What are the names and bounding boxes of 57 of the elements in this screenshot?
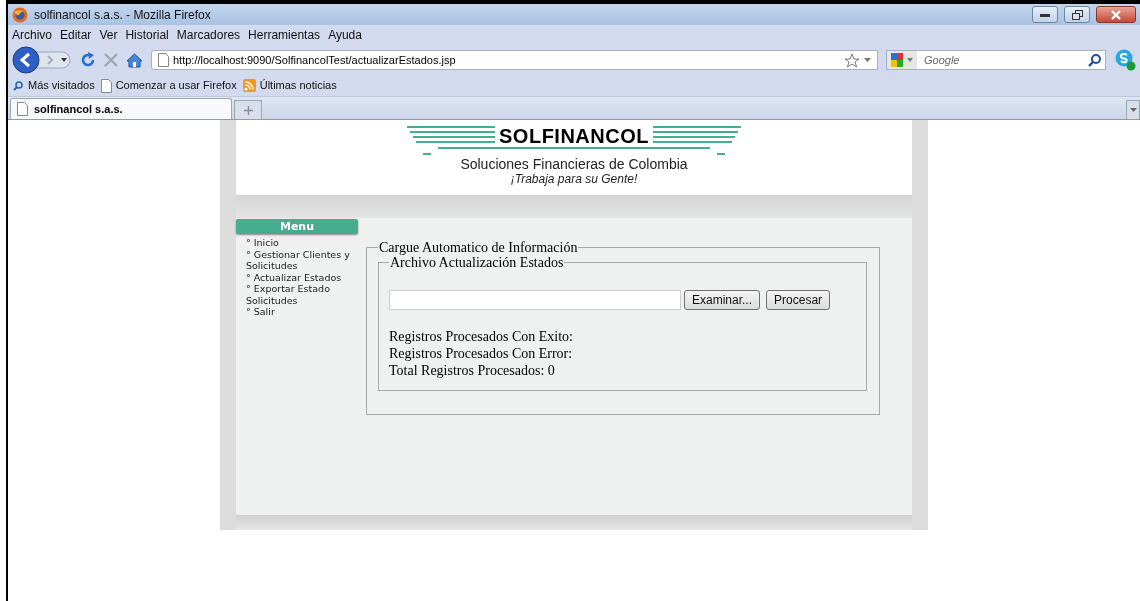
feed-icon <box>242 79 256 92</box>
result-text: Total Registros Procesados: 0 <box>389 362 556 379</box>
url-field[interactable]: http://localhost:9090/SolfinancolTest/actualizarEstados.jsp <box>173 51 840 69</box>
bookmark-link[interactable]: Últimas noticias <box>242 77 337 94</box>
panel-legend: Archivo Actualización Estados <box>389 255 565 270</box>
restore-button[interactable] <box>1064 6 1090 23</box>
home-icon[interactable] <box>126 52 143 68</box>
back-forward-button[interactable] <box>12 46 72 74</box>
menu-item[interactable]: Ayuda <box>328 26 362 44</box>
new-tab-button[interactable] <box>234 100 262 119</box>
panel-legend: Cargue Automatico de Información <box>378 240 579 255</box>
file-path-field[interactable] <box>389 290 681 310</box>
minimize-icon <box>1040 12 1050 17</box>
chat-app-icon[interactable] <box>1114 49 1136 71</box>
star-icon[interactable] <box>844 52 860 68</box>
search-icon <box>12 79 24 92</box>
page-icon <box>158 53 169 67</box>
result-text: Registros Procesados Con Error: <box>389 345 574 362</box>
menu-item[interactable]: Archivo <box>12 26 52 44</box>
menu-header: Menu <box>236 219 358 234</box>
search-field[interactable]: Google <box>886 50 1106 70</box>
process-button[interactable]: Procesar <box>766 290 831 310</box>
close-button[interactable] <box>1096 6 1136 23</box>
menu-link[interactable]: ° Actualizar Estados <box>246 271 358 283</box>
window-title: solfinancol s.a.s. - Mozilla Firefox <box>34 6 212 24</box>
menu-link[interactable]: ° Salir <box>246 306 358 318</box>
restore-icon <box>1071 9 1083 20</box>
address-bar[interactable]: http://localhost:9090/SolfinancolTest/actualizarEstados.jsp <box>151 50 878 70</box>
bookmark-link[interactable]: Más visitados <box>12 77 95 94</box>
browser-logo-icon <box>12 6 28 23</box>
logo-slogan: ¡Trabaja para su Gente! <box>510 172 638 186</box>
menu-item[interactable]: Marcadores <box>176 26 241 44</box>
browser-tab[interactable]: solfinancol s.a.s. <box>10 98 232 119</box>
browse-button[interactable]: Examinar... <box>684 290 761 310</box>
logo-name: SOLFINANCOL <box>499 125 649 147</box>
menu-link[interactable]: ° Inicio <box>246 237 358 249</box>
plus-icon <box>243 105 253 115</box>
caret-icon[interactable] <box>864 58 871 62</box>
reload-icon[interactable] <box>80 52 96 68</box>
menu-item[interactable]: Historial <box>125 26 169 44</box>
menu-link[interactable]: ° Exportar Estado Solicitudes <box>246 283 358 306</box>
menu-item[interactable]: Editar <box>60 26 92 44</box>
menu-item[interactable]: Herramientas <box>248 26 321 44</box>
page-icon <box>17 102 28 116</box>
bookmark-link[interactable]: Comenzar a usar Firefox <box>100 77 237 94</box>
search-input[interactable]: Google <box>920 51 1085 69</box>
menu-link[interactable]: ° Gestionar Clientes y Solicitudes <box>246 248 358 272</box>
search-icon[interactable] <box>1088 53 1101 67</box>
caret-icon <box>1129 108 1137 112</box>
result-text: Registros Procesados Con Exito: <box>389 328 574 345</box>
search-engine-icon[interactable] <box>887 51 917 69</box>
close-icon <box>1111 9 1121 20</box>
page-icon <box>100 78 112 93</box>
logo-subtitle: Soluciones Financieras de Colombia <box>460 157 688 172</box>
tab-list-button[interactable] <box>1126 100 1140 119</box>
minimize-button[interactable] <box>1032 6 1058 23</box>
menu-item[interactable]: Ver <box>99 26 118 44</box>
